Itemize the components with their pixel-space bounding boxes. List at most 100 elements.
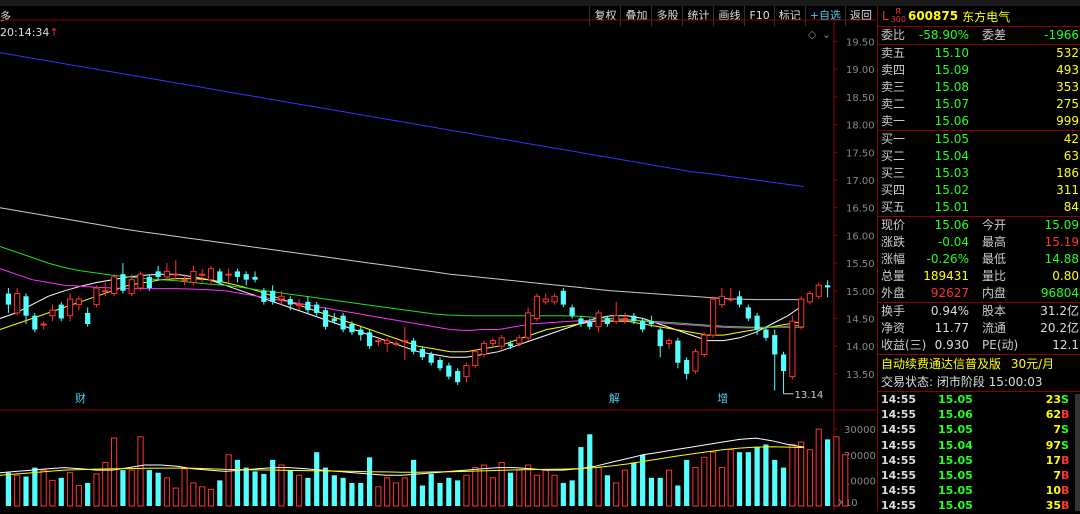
candle-body: [295, 304, 303, 307]
asks-volume: 493: [1056, 63, 1079, 77]
bids-volume: 186: [1056, 166, 1079, 180]
tick-price: 15.05: [938, 423, 973, 437]
stat-label: 流通: [982, 321, 1007, 335]
asks-price: 15.06: [934, 114, 969, 128]
promo-banner[interactable]: 自动续费通达信普及版 30元/月: [878, 354, 1080, 373]
volume-bar: [560, 482, 566, 506]
candle-body: [75, 298, 82, 306]
stat-row: 总量 189431 量比 0.80: [878, 268, 1080, 285]
volume-ma-line: [0, 437, 805, 476]
tick-volume: 17: [1045, 453, 1061, 467]
event-mark: 解: [609, 391, 620, 405]
volume-bar: [789, 444, 796, 507]
bids-volume: 63: [1063, 149, 1079, 163]
stat-row: 现价 15.06 今开 15.09: [878, 217, 1080, 234]
volume-bar: [375, 486, 382, 507]
volume-bar: [798, 441, 805, 507]
candle-body: [261, 290, 267, 302]
r-mark: R 300: [891, 8, 906, 24]
stat-label: 内盘: [982, 286, 1007, 300]
candle-body: [709, 298, 717, 336]
volume-bar: [305, 477, 311, 506]
volume-bar: [75, 485, 82, 507]
stat-value: 15.09: [1044, 218, 1079, 232]
tick-price: 15.05: [938, 484, 973, 498]
asks-price: 15.07: [934, 97, 969, 111]
candle-body: [111, 276, 118, 295]
candle-body: [58, 304, 64, 319]
asks-row: 卖一 15.06 999: [878, 113, 1080, 130]
tick-volume: 97: [1045, 438, 1061, 452]
volume-bar: [287, 470, 293, 506]
bids-price: 15.03: [934, 166, 969, 180]
candle-body: [727, 298, 734, 301]
candle-body: [736, 296, 743, 305]
candle-body: [146, 276, 152, 288]
stat-label: 外盘: [881, 286, 906, 300]
tick-direction: B: [1061, 484, 1070, 498]
candle-body: [754, 315, 760, 330]
tick-scrollbar[interactable]: [1075, 394, 1080, 511]
tick-row: 14:55 15.05 10 B: [878, 483, 1080, 498]
candle-body: [525, 312, 532, 339]
tick-time: 14:55: [881, 484, 917, 498]
tick-volume: 10: [1045, 484, 1061, 498]
chart-area[interactable]: 多 复权 叠加 多股 统计 画线 F10 标记 +自选 返回 20:14:34↑ ◇ ⌄ 19.…: [0, 6, 876, 511]
volume-bar: [190, 482, 197, 507]
candle-body: [234, 271, 241, 277]
volume-tick-label: 30000: [844, 425, 876, 436]
volume-bar: [234, 459, 241, 506]
tick-volume: 7: [1053, 468, 1061, 482]
candle-body: [190, 270, 197, 283]
weicha-value: -1966: [1044, 28, 1079, 42]
volume-bar: [833, 436, 840, 507]
candle-body: [66, 298, 74, 317]
price-tick-label: 14.50: [846, 314, 875, 325]
bids-label: 买二: [881, 149, 906, 163]
candle-body: [278, 295, 285, 300]
candle-body: [85, 312, 91, 324]
tick-price: 15.05: [938, 468, 973, 482]
candle-body: [587, 321, 593, 327]
price-tick-label: 18.50: [846, 93, 875, 104]
tick-price: 15.05: [938, 453, 973, 467]
tick-price: 15.06: [938, 408, 973, 422]
asks-volume: 532: [1056, 46, 1079, 60]
event-mark: 增: [717, 391, 728, 405]
tick-list[interactable]: 14:55 15.05 23 S 14:55 15.06 62 B 14:55 15.05 7 S 14…: [878, 391, 1080, 514]
candlestick-chart[interactable]: 19.50 19.00 18.50 18.00 17.50 17.00 16.50 16.00…: [0, 6, 876, 511]
candle-body: [419, 348, 426, 358]
volume-bar: [349, 482, 355, 506]
volume-bar: [322, 467, 329, 506]
ask-book: 卖五 15.10 532 卖四 15.09 493 卖三 15.08 353 卖二 15.07 275…: [878, 44, 1080, 130]
price-tick-label: 19.00: [846, 65, 875, 76]
asks-label: 卖四: [881, 63, 906, 77]
volume-bar: [172, 487, 179, 507]
candle-body: [410, 340, 417, 352]
candle-body: [595, 312, 602, 328]
stat-row: 涨幅 -0.26% 最低 14.88: [878, 251, 1080, 268]
stat-value: 14.88: [1044, 252, 1079, 266]
candle-body: [199, 273, 206, 276]
candle-body: [14, 293, 21, 314]
volume-bar: [392, 482, 400, 507]
asks-row: 卖二 15.07 275: [878, 96, 1080, 113]
candle-body: [305, 301, 311, 311]
volume-bar: [410, 459, 417, 506]
stat-value: 96804: [1040, 286, 1079, 300]
bids-label: 买一: [881, 132, 906, 146]
stat-row: 净资 11.77 流通 20.2亿: [878, 320, 1080, 337]
volume-tick-label: 10000: [844, 476, 876, 487]
stat-label: 涨幅: [881, 252, 906, 266]
tick-direction: B: [1061, 453, 1070, 467]
volume-bar: [640, 454, 646, 506]
tick-volume: 7: [1053, 423, 1061, 437]
volume-bar: [604, 475, 610, 506]
tick-row: 14:55 15.05 35 B: [878, 498, 1080, 513]
volume-bar: [331, 475, 337, 506]
candle-body: [155, 271, 161, 277]
asks-row: 卖五 15.10 532: [878, 45, 1080, 62]
l-mark: L: [882, 9, 889, 23]
stat-value: 0.930: [934, 338, 969, 352]
stock-name: 东方电气: [962, 9, 1011, 24]
